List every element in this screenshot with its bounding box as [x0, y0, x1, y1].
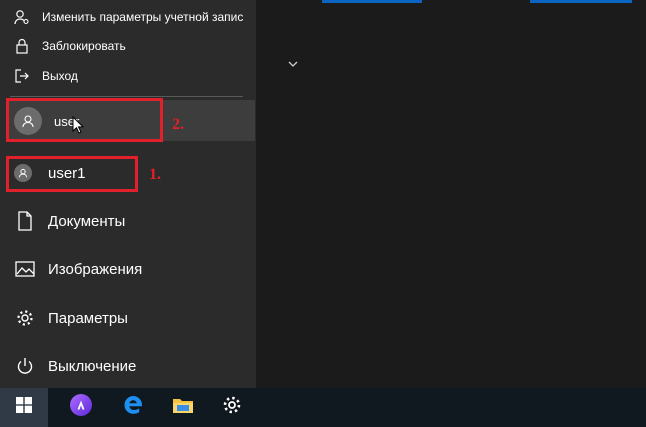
gear-icon — [15, 308, 35, 328]
pictures-icon — [15, 259, 35, 279]
change-account-settings-item[interactable]: Изменить параметры учетной запис — [0, 2, 256, 32]
annotation-box-1 — [6, 156, 138, 192]
power-icon — [15, 356, 35, 376]
annotation-step-2: 2. — [172, 116, 184, 133]
annotation-box-2 — [6, 98, 163, 142]
tiles-area — [256, 0, 646, 388]
start-menu-left-pane: Изменить параметры учетной запис Заблоки… — [0, 0, 256, 388]
document-icon — [15, 211, 35, 231]
alice-icon — [69, 393, 93, 422]
annotation-step-1: 1. — [149, 166, 161, 183]
power-item[interactable]: Выключение — [0, 342, 256, 390]
file-explorer-button[interactable] — [161, 388, 205, 427]
documents-item[interactable]: Документы — [0, 197, 256, 245]
start-button[interactable] — [0, 388, 48, 427]
pictures-item[interactable]: Изображения — [0, 245, 256, 293]
taskbar — [0, 388, 646, 427]
tile-edge-1[interactable] — [322, 0, 422, 3]
lock-item[interactable]: Заблокировать — [0, 31, 256, 61]
settings-taskbar-button[interactable] — [210, 388, 254, 427]
alice-button[interactable] — [59, 388, 103, 427]
file-explorer-icon — [172, 396, 194, 419]
edge-icon — [122, 394, 144, 421]
tile-edge-2[interactable] — [530, 0, 632, 3]
lock-icon — [13, 37, 31, 55]
settings-item[interactable]: Параметры — [0, 294, 256, 342]
lock-label: Заблокировать — [42, 39, 126, 53]
windows-start-icon — [16, 397, 32, 418]
chevron-down-icon[interactable] — [287, 56, 299, 67]
edge-button[interactable] — [111, 388, 155, 427]
sign-out-item[interactable]: Выход — [0, 61, 256, 91]
sign-out-label: Выход — [42, 69, 78, 83]
documents-label: Документы — [48, 212, 126, 230]
settings-icon — [222, 395, 242, 420]
mouse-cursor-icon — [72, 115, 85, 134]
change-account-settings-label: Изменить параметры учетной запис — [42, 10, 244, 24]
power-label: Выключение — [48, 357, 137, 375]
menu-separator — [10, 96, 243, 97]
pictures-label: Изображения — [48, 260, 143, 278]
account-settings-icon — [13, 8, 31, 26]
sign-out-icon — [13, 67, 31, 85]
settings-label: Параметры — [48, 309, 128, 327]
